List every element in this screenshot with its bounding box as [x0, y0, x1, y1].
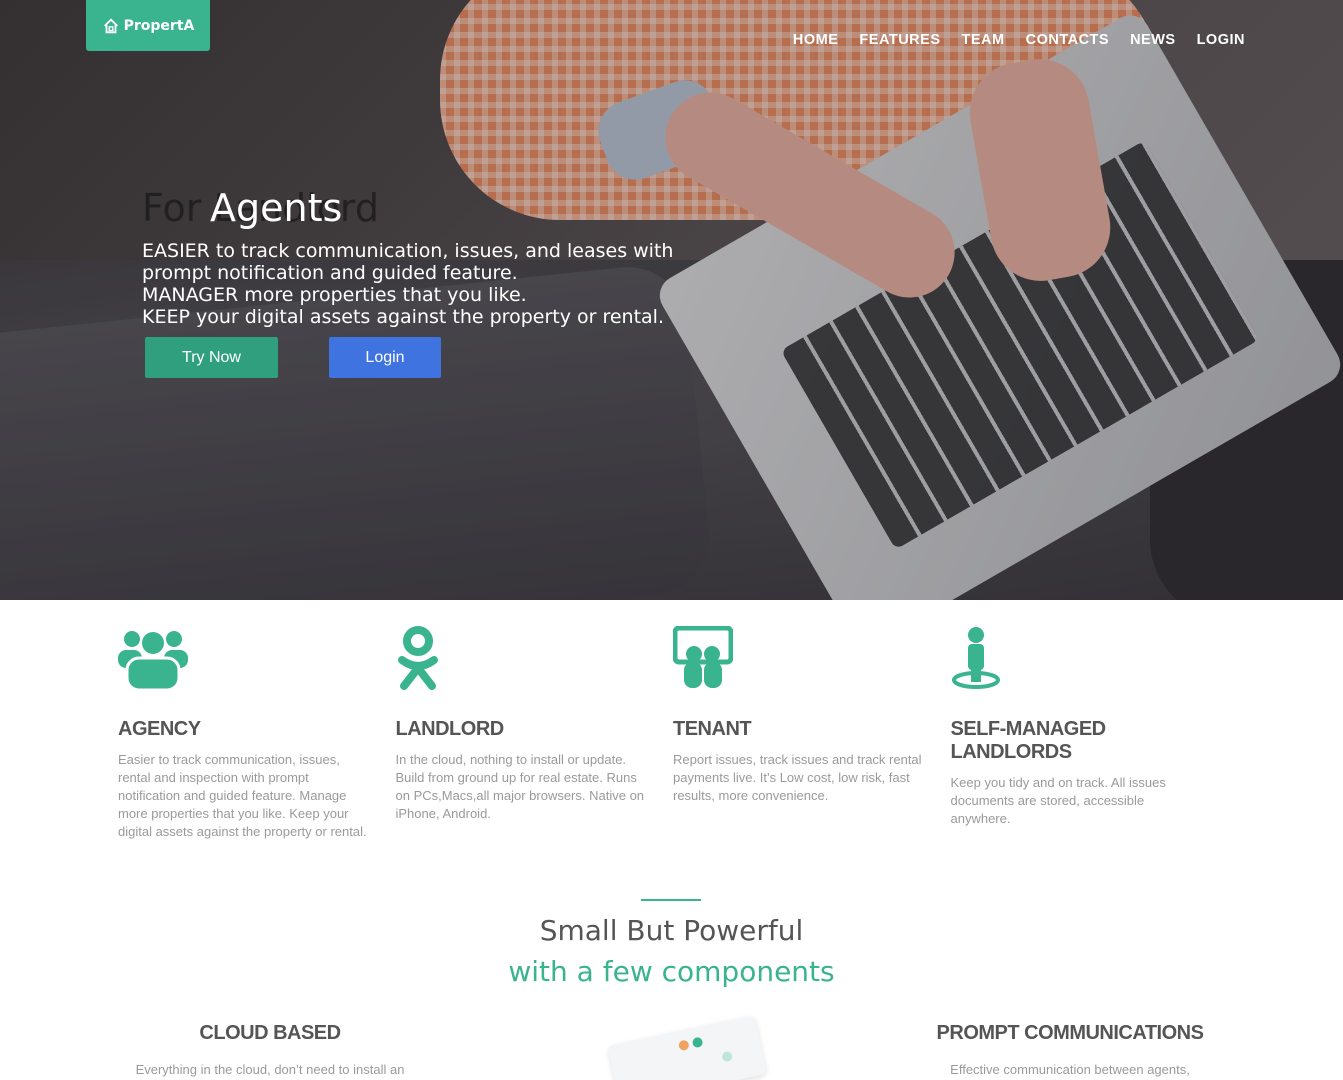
hero-title: For Landlord Agents: [142, 186, 742, 234]
feature-agency: AGENCY Easier to track communication, is…: [118, 626, 396, 841]
prompt-communications-block: PROMPT COMMUNICATIONS Effective communic…: [900, 1022, 1240, 1079]
main-nav: HOME FEATURES TEAM CONTACTS NEWS LOGIN: [793, 32, 1245, 48]
try-now-button[interactable]: Try Now: [145, 337, 278, 378]
hero-login-button[interactable]: Login: [329, 337, 441, 378]
features-section: AGENCY Easier to track communication, is…: [118, 626, 1228, 841]
nav-news[interactable]: NEWS: [1130, 32, 1176, 48]
feature-title: LANDLORD: [395, 718, 505, 740]
house-icon: [103, 17, 118, 33]
feature-text: In the cloud, nothing to install or upda…: [395, 752, 645, 821]
section-subtitle: with a few components: [508, 955, 835, 988]
section-title: Small But Powerful: [539, 914, 804, 947]
app-mockup-image: [607, 1015, 767, 1080]
feature-text: Report issues, track issues and track re…: [673, 752, 922, 803]
nav-features[interactable]: FEATURES: [859, 32, 940, 48]
hero-line: EASIER to track communication, issues, a…: [142, 240, 674, 262]
mockup-dot: [721, 1050, 734, 1063]
hero-title-agents: Agents: [210, 186, 343, 230]
hero-description: EASIER to track communication, issues, a…: [142, 240, 702, 328]
prompt-communications-title: PROMPT COMMUNICATIONS: [936, 1022, 1204, 1044]
odnoklassniki-person-icon: [397, 626, 438, 690]
feature-landlord: LANDLORD In the cloud, nothing to instal…: [396, 626, 674, 841]
feature-self-managed: SELF-MANAGED LANDLORDS Keep you tidy and…: [951, 626, 1229, 841]
cloud-based-block: CLOUD BASED Everything in the cloud, don…: [100, 1022, 440, 1079]
mockup-dot: [691, 1036, 704, 1049]
hero-line: MANAGER more properties that you like.: [142, 284, 527, 306]
hero-section: PropertA HOME FEATURES TEAM CONTACTS NEW…: [0, 0, 1343, 600]
feature-text: Easier to track communication, issues, r…: [118, 752, 367, 839]
cloud-based-text: Everything in the cloud, don’t need to i…: [135, 1062, 405, 1077]
hero-line: prompt notification and guided feature.: [142, 262, 518, 284]
nav-login[interactable]: LOGIN: [1197, 32, 1245, 48]
cloud-based-title: CLOUD BASED: [199, 1022, 341, 1044]
prompt-communications-text: Effective communication between agents,: [950, 1062, 1190, 1077]
feature-title: AGENCY: [118, 718, 201, 740]
nav-team[interactable]: TEAM: [962, 32, 1005, 48]
feature-title: TENANT: [673, 718, 752, 740]
feature-text: Keep you tidy and on track. All issues d…: [950, 775, 1166, 826]
users-group-icon: [118, 631, 188, 690]
presentation-board-icon: [673, 626, 733, 688]
brand-name: PropertA: [123, 17, 195, 34]
section-divider: [641, 899, 701, 901]
nav-contacts[interactable]: CONTACTS: [1026, 32, 1109, 48]
feature-title: SELF-MANAGED LANDLORDS: [950, 718, 1107, 763]
nav-home[interactable]: HOME: [793, 32, 839, 48]
hero-line: KEEP your digital assets against the pro…: [142, 306, 664, 328]
mockup-dot: [677, 1039, 690, 1052]
feature-tenant: TENANT Report issues, track issues and t…: [673, 626, 951, 841]
person-location-icon: [951, 627, 1000, 689]
brand-logo[interactable]: PropertA: [86, 0, 210, 51]
